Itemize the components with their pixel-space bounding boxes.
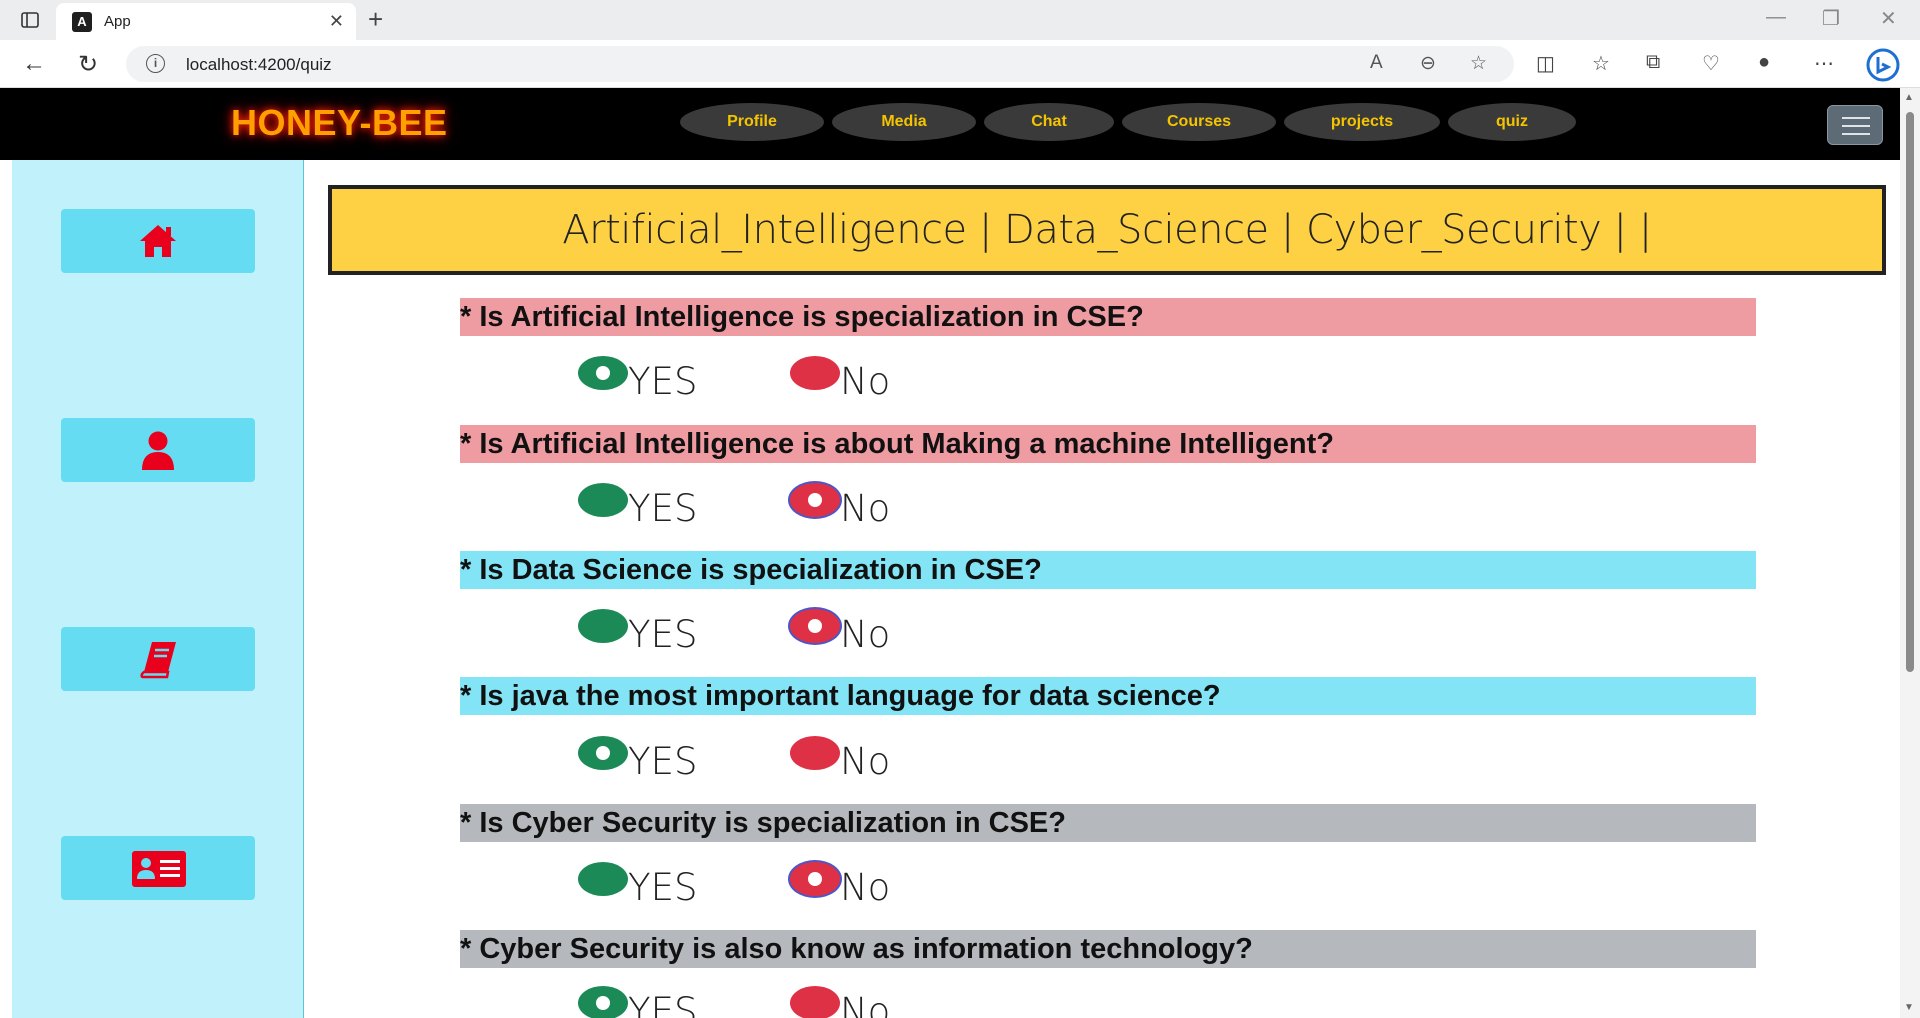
left-sidebar xyxy=(12,160,304,1018)
option-yes-label: YES xyxy=(628,740,698,783)
radio-no-icon[interactable] xyxy=(790,356,840,390)
sidebar-home-button[interactable] xyxy=(61,209,255,273)
hamburger-line xyxy=(1842,133,1870,135)
new-tab-icon[interactable]: + xyxy=(368,4,383,35)
minimize-icon[interactable]: — xyxy=(1766,6,1786,29)
banner-text: Artificial_Intelligence | Data_Science |… xyxy=(562,207,1652,253)
radio-no-icon[interactable] xyxy=(790,736,840,770)
option-no-label: No xyxy=(840,360,891,403)
read-aloud-icon[interactable]: A xyxy=(1370,52,1383,74)
more-options-icon[interactable]: ⋯ xyxy=(1814,51,1834,76)
brand-logo[interactable]: HONEY-BEE xyxy=(231,102,448,144)
radio-yes-icon[interactable] xyxy=(578,736,628,770)
address-bar-row: ← ↻ i localhost:4200/quiz A ⊖ ☆ ◫ ☆ ⧉ ♡ … xyxy=(0,40,1920,88)
site-navbar: HONEY-BEE Profile Media Chat Courses pro… xyxy=(0,88,1900,160)
question-4: * Is java the most important language fo… xyxy=(460,677,1756,715)
book-icon xyxy=(140,642,176,679)
split-screen-icon[interactable]: ◫ xyxy=(1536,51,1555,76)
scroll-thumb[interactable] xyxy=(1906,112,1914,672)
question-2: * Is Artificial Intelligence is about Ma… xyxy=(460,425,1756,463)
radio-yes-icon[interactable] xyxy=(578,609,628,643)
id-card-icon xyxy=(132,851,186,887)
option-no-label: No xyxy=(840,990,891,1018)
profile-icon[interactable]: ● xyxy=(1758,51,1770,74)
nav-link-profile[interactable]: Profile xyxy=(680,103,824,141)
option-no-label: No xyxy=(840,740,891,783)
radio-no-icon[interactable] xyxy=(790,862,840,896)
nav-link-chat[interactable]: Chat xyxy=(984,103,1114,141)
scroll-down-icon[interactable]: ▼ xyxy=(1904,1002,1914,1013)
url-text[interactable]: localhost:4200/quiz xyxy=(186,55,332,75)
option-no-label: No xyxy=(840,613,891,656)
option-yes-label: YES xyxy=(628,990,698,1018)
topic-banner: Artificial_Intelligence | Data_Science |… xyxy=(328,185,1886,275)
angular-favicon-icon: A xyxy=(72,12,92,32)
question-5: * Is Cyber Security is specialization in… xyxy=(460,804,1756,842)
question-1: * Is Artificial Intelligence is speciali… xyxy=(460,298,1756,336)
page-scrollbar[interactable]: ▲ ▼ xyxy=(1900,88,1920,1018)
site-info-icon[interactable]: i xyxy=(146,54,165,73)
nav-link-courses[interactable]: Courses xyxy=(1122,103,1276,141)
option-yes-label: YES xyxy=(628,360,698,403)
radio-yes-icon[interactable] xyxy=(578,986,628,1018)
option-no-label: No xyxy=(840,866,891,909)
url-field[interactable]: i localhost:4200/quiz A ⊖ ☆ xyxy=(126,46,1514,82)
question-6: * Cyber Security is also know as informa… xyxy=(460,930,1756,968)
radio-no-icon[interactable] xyxy=(790,483,840,517)
zoom-out-icon[interactable]: ⊖ xyxy=(1420,52,1436,75)
option-yes-label: YES xyxy=(628,613,698,656)
radio-yes-icon[interactable] xyxy=(578,356,628,390)
option-yes-label: YES xyxy=(628,866,698,909)
copilot-icon[interactable] xyxy=(1866,48,1900,82)
user-icon xyxy=(142,431,174,470)
option-no-label: No xyxy=(840,487,891,530)
scroll-up-icon[interactable]: ▲ xyxy=(1904,92,1914,103)
sidebar-contact-button[interactable] xyxy=(61,836,255,900)
favorite-star-icon[interactable]: ☆ xyxy=(1470,52,1487,75)
hamburger-menu-button[interactable] xyxy=(1827,105,1883,145)
back-icon[interactable]: ← xyxy=(22,50,46,78)
sidebar-profile-button[interactable] xyxy=(61,418,255,482)
refresh-icon[interactable]: ↻ xyxy=(78,50,98,79)
radio-yes-icon[interactable] xyxy=(578,483,628,517)
close-window-icon[interactable]: ✕ xyxy=(1880,6,1897,31)
browser-tab-active[interactable]: A App ✕ xyxy=(56,3,356,40)
nav-link-quiz[interactable]: quiz xyxy=(1448,103,1576,141)
restore-icon[interactable]: ❐ xyxy=(1822,6,1840,31)
sidebar-courses-button[interactable] xyxy=(61,627,255,691)
question-3: * Is Data Science is specialization in C… xyxy=(460,551,1756,589)
option-yes-label: YES xyxy=(628,487,698,530)
favorites-icon[interactable]: ☆ xyxy=(1592,51,1610,76)
browser-essentials-icon[interactable]: ♡ xyxy=(1702,51,1720,76)
radio-no-icon[interactable] xyxy=(790,986,840,1018)
sidebar-toggle-icon[interactable] xyxy=(20,10,40,30)
nav-link-media[interactable]: Media xyxy=(832,103,976,141)
nav-link-projects[interactable]: projects xyxy=(1284,103,1440,141)
radio-no-icon[interactable] xyxy=(790,609,840,643)
home-icon xyxy=(140,225,176,257)
browser-tab-bar: A App ✕ + — ❐ ✕ xyxy=(0,0,1920,40)
radio-yes-icon[interactable] xyxy=(578,862,628,896)
hamburger-line xyxy=(1842,125,1870,127)
tab-title: App xyxy=(104,13,131,30)
tab-close-icon[interactable]: ✕ xyxy=(329,11,344,32)
hamburger-line xyxy=(1842,117,1870,119)
collections-icon[interactable]: ⧉ xyxy=(1646,51,1660,74)
